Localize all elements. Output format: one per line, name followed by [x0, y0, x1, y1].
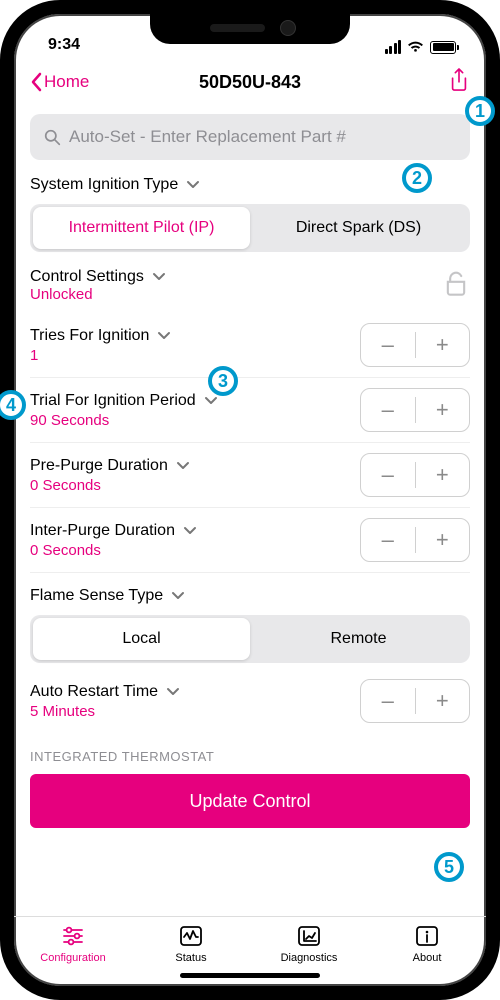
annotation-1: 1 — [465, 96, 495, 126]
back-button[interactable]: Home — [30, 72, 89, 92]
tab-status-label: Status — [175, 952, 206, 964]
info-icon — [414, 923, 440, 949]
tab-diagnostics[interactable]: Diagnostics — [250, 923, 368, 964]
nav-bar: Home 50D50U-843 — [14, 58, 486, 106]
interpurge-increment[interactable]: + — [416, 519, 470, 561]
prepurge-value: 0 Seconds — [30, 477, 360, 494]
tries-label: Tries For Ignition — [30, 327, 149, 345]
annotation-3: 3 — [208, 366, 238, 396]
chart-icon — [296, 923, 322, 949]
tries-decrement[interactable]: – — [361, 324, 415, 366]
interpurge-header[interactable]: Inter-Purge Duration — [30, 522, 360, 540]
chevron-down-icon — [166, 687, 180, 697]
row-inter-purge: Inter-Purge Duration 0 Seconds – + — [30, 508, 470, 573]
prepurge-stepper: – + — [360, 453, 470, 497]
status-time: 9:34 — [48, 36, 80, 54]
back-label: Home — [44, 72, 89, 92]
row-pre-purge: Pre-Purge Duration 0 Seconds – + — [30, 443, 470, 508]
chevron-down-icon — [171, 591, 185, 601]
control-settings-value: Unlocked — [30, 286, 442, 303]
tries-header[interactable]: Tries For Ignition — [30, 327, 360, 345]
tries-stepper: – + — [360, 323, 470, 367]
annotation-5: 5 — [434, 852, 464, 882]
chevron-down-icon — [176, 461, 190, 471]
interpurge-value: 0 Seconds — [30, 542, 360, 559]
update-control-button[interactable]: Update Control — [30, 774, 470, 828]
tab-diagnostics-label: Diagnostics — [281, 952, 338, 964]
search-input[interactable]: Auto-Set - Enter Replacement Part # — [30, 114, 470, 160]
share-icon — [448, 67, 470, 93]
tab-about[interactable]: About — [368, 923, 486, 964]
trial-stepper: – + — [360, 388, 470, 432]
chevron-down-icon — [183, 526, 197, 536]
tab-status[interactable]: Status — [132, 923, 250, 964]
app-screen: 9:34 Home 50D50U-843 A — [14, 14, 486, 986]
trial-label: Trial For Ignition Period — [30, 392, 196, 410]
prepurge-increment[interactable]: + — [416, 454, 470, 496]
search-placeholder: Auto-Set - Enter Replacement Part # — [69, 127, 346, 147]
restart-header[interactable]: Auto Restart Time — [30, 683, 360, 701]
interpurge-label: Inter-Purge Duration — [30, 522, 175, 540]
tab-configuration[interactable]: Configuration — [14, 923, 132, 964]
search-icon — [44, 129, 61, 146]
row-tries-for-ignition: Tries For Ignition 1 – + — [30, 313, 470, 378]
restart-increment[interactable]: + — [416, 680, 470, 722]
share-button[interactable] — [448, 67, 470, 98]
control-settings-label: Control Settings — [30, 268, 144, 286]
main-content: Auto-Set - Enter Replacement Part # Syst… — [14, 106, 486, 916]
chevron-down-icon — [204, 396, 218, 406]
ignition-type-label: System Ignition Type — [30, 176, 178, 194]
flame-sense-segment: Local Remote — [30, 615, 470, 663]
row-auto-restart: Auto Restart Time 5 Minutes – + — [30, 669, 470, 733]
trial-decrement[interactable]: – — [361, 389, 415, 431]
tab-configuration-label: Configuration — [40, 952, 105, 964]
control-settings-header[interactable]: Control Settings — [30, 268, 442, 286]
restart-label: Auto Restart Time — [30, 683, 158, 701]
flame-sense-header[interactable]: Flame Sense Type — [30, 573, 470, 615]
battery-icon — [430, 41, 456, 54]
chevron-down-icon — [186, 180, 200, 190]
chevron-down-icon — [152, 272, 166, 282]
restart-value: 5 Minutes — [30, 703, 360, 720]
tab-about-label: About — [413, 952, 442, 964]
cellular-icon — [385, 40, 402, 54]
home-indicator[interactable] — [180, 973, 320, 978]
segment-local[interactable]: Local — [33, 618, 250, 660]
row-trial-period: Trial For Ignition Period 90 Seconds – + — [30, 378, 470, 443]
segment-ip[interactable]: Intermittent Pilot (IP) — [33, 207, 250, 249]
tries-value: 1 — [30, 347, 360, 364]
wifi-icon — [407, 40, 424, 54]
integrated-thermostat-label: INTEGRATED THERMOSTAT — [30, 733, 470, 774]
prepurge-header[interactable]: Pre-Purge Duration — [30, 457, 360, 475]
interpurge-decrement[interactable]: – — [361, 519, 415, 561]
phone-notch — [150, 14, 350, 44]
flame-sense-label: Flame Sense Type — [30, 587, 163, 605]
ignition-type-segment: Intermittent Pilot (IP) Direct Spark (DS… — [30, 204, 470, 252]
trial-increment[interactable]: + — [416, 389, 470, 431]
unlock-icon — [442, 269, 470, 302]
segment-remote[interactable]: Remote — [250, 618, 467, 660]
chevron-left-icon — [30, 72, 42, 92]
trial-value: 90 Seconds — [30, 412, 360, 429]
activity-icon — [178, 923, 204, 949]
restart-stepper: – + — [360, 679, 470, 723]
segment-ds[interactable]: Direct Spark (DS) — [250, 207, 467, 249]
annotation-2: 2 — [402, 163, 432, 193]
chevron-down-icon — [157, 331, 171, 341]
prepurge-label: Pre-Purge Duration — [30, 457, 168, 475]
prepurge-decrement[interactable]: – — [361, 454, 415, 496]
sliders-icon — [60, 923, 86, 949]
phone-frame: 9:34 Home 50D50U-843 A — [0, 0, 500, 1000]
trial-header[interactable]: Trial For Ignition Period — [30, 392, 360, 410]
restart-decrement[interactable]: – — [361, 680, 415, 722]
interpurge-stepper: – + — [360, 518, 470, 562]
status-right — [385, 40, 457, 54]
tries-increment[interactable]: + — [416, 324, 470, 366]
